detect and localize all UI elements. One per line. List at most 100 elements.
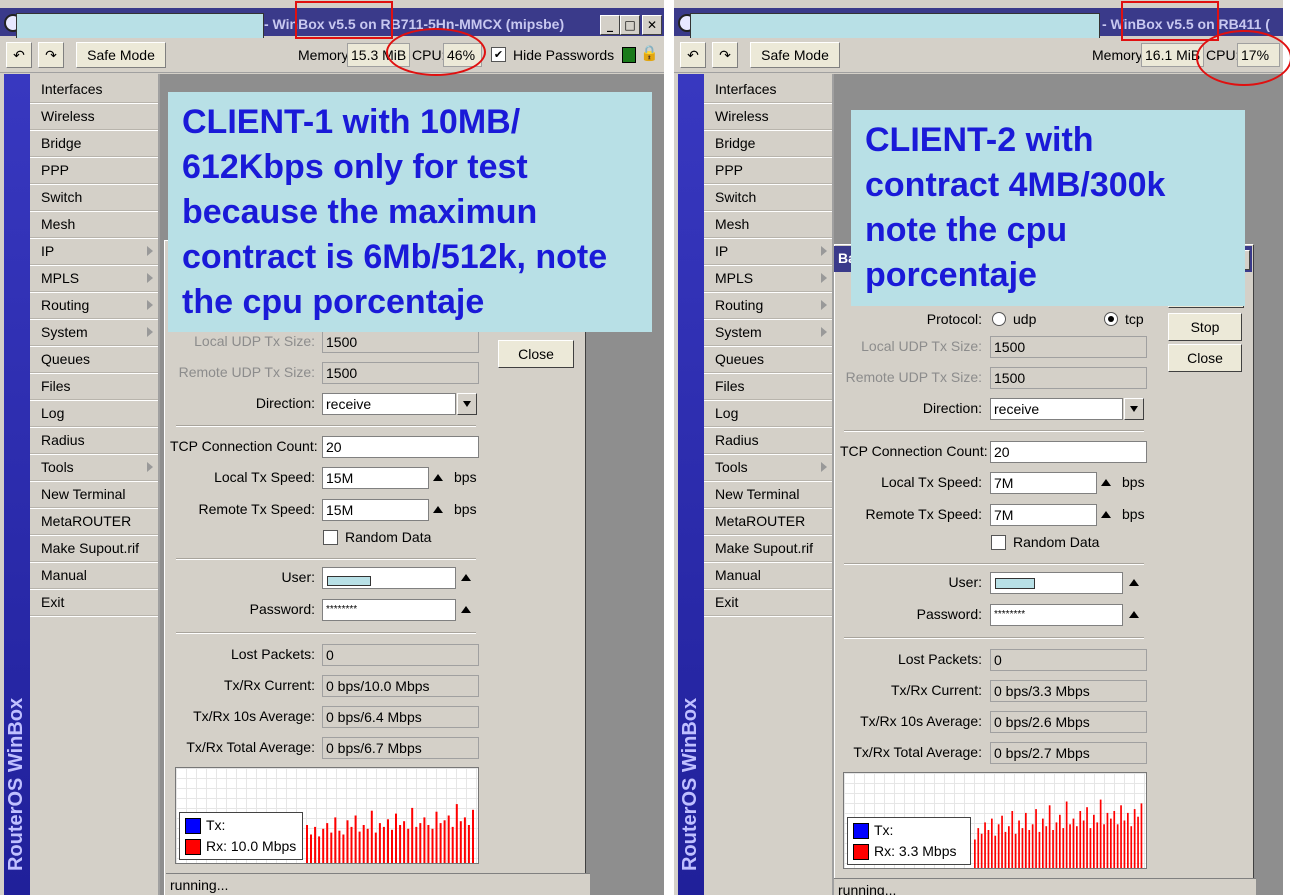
- menu-item-mesh[interactable]: Mesh: [715, 211, 825, 237]
- menu-item-manual[interactable]: Manual: [715, 562, 825, 588]
- collapse-up-icon[interactable]: [433, 506, 443, 513]
- remote-udp-tx-size-label: Remote UDP Tx Size:: [845, 369, 982, 385]
- menu-item-mesh[interactable]: Mesh: [41, 211, 151, 237]
- menu-item-metarouter[interactable]: MetaROUTER: [41, 508, 151, 534]
- close-button[interactable]: Close: [498, 340, 574, 368]
- memory-value: 16.1 MiB: [1141, 43, 1204, 67]
- redo-icon[interactable]: ↷: [38, 42, 64, 68]
- menu-item-mpls[interactable]: MPLS: [715, 265, 827, 291]
- safe-mode-button[interactable]: Safe Mode: [750, 42, 840, 68]
- menu-item-ppp[interactable]: PPP: [41, 157, 151, 183]
- submenu-arrow-icon: [147, 273, 153, 283]
- redacted-username: [327, 576, 371, 586]
- menu-item-make-supout[interactable]: Make Supout.rif: [41, 535, 151, 561]
- close-window-button[interactable]: ✕: [642, 15, 662, 35]
- rx-bar: [997, 824, 1000, 868]
- collapse-up-icon[interactable]: [1129, 611, 1139, 618]
- tcp-radio[interactable]: [1104, 312, 1118, 326]
- menu-item-wireless[interactable]: Wireless: [715, 103, 825, 129]
- menu-item-new-terminal[interactable]: New Terminal: [715, 481, 825, 507]
- menu-item-interfaces[interactable]: Interfaces: [715, 76, 825, 102]
- menu-item-system[interactable]: System: [41, 319, 153, 345]
- user-field[interactable]: [322, 567, 456, 589]
- menu-item-ip[interactable]: IP: [41, 238, 153, 264]
- menu-item-radius[interactable]: Radius: [715, 427, 825, 453]
- hide-passwords-checkbox[interactable]: ✔: [491, 47, 506, 62]
- udp-radio[interactable]: [992, 312, 1006, 326]
- tx-swatch: [185, 818, 201, 834]
- redacted-address: [16, 13, 264, 39]
- menu-item-wireless[interactable]: Wireless: [41, 103, 151, 129]
- collapse-up-icon[interactable]: [1101, 479, 1111, 486]
- lost-packets-value: 0: [322, 644, 479, 666]
- menu-item-bridge[interactable]: Bridge: [41, 130, 151, 156]
- direction-dropdown-icon[interactable]: [457, 393, 477, 415]
- annotation-callout: CLIENT-2 with contract 4MB/300k note the…: [851, 110, 1245, 306]
- tx-swatch: [853, 823, 869, 839]
- rx-bar: [342, 834, 345, 863]
- user-field[interactable]: [990, 572, 1123, 594]
- graph-legend: Tx: Rx: 10.0 Mbps: [179, 812, 303, 860]
- direction-dropdown-icon[interactable]: [1124, 398, 1144, 420]
- menu-item-system[interactable]: System: [715, 319, 827, 345]
- memory-label: Memory:: [1092, 47, 1147, 63]
- menu-item-exit[interactable]: Exit: [41, 589, 151, 615]
- collapse-up-icon[interactable]: [433, 474, 443, 481]
- tcp-connection-count-field[interactable]: 20: [322, 436, 479, 458]
- undo-icon[interactable]: ↶: [680, 42, 706, 68]
- menu-item-bridge[interactable]: Bridge: [715, 130, 825, 156]
- collapse-up-icon[interactable]: [1101, 511, 1111, 518]
- menu-item-log[interactable]: Log: [715, 400, 825, 426]
- rx-bar: [1103, 824, 1105, 868]
- close-button[interactable]: Close: [1168, 344, 1242, 372]
- collapse-up-icon[interactable]: [1129, 579, 1139, 586]
- menu-item-routing[interactable]: Routing: [41, 292, 153, 318]
- menu-item-metarouter[interactable]: MetaROUTER: [715, 508, 825, 534]
- submenu-arrow-icon: [147, 300, 153, 310]
- tcp-connection-count-field[interactable]: 20: [990, 441, 1147, 463]
- menu-item-new-terminal[interactable]: New Terminal: [41, 481, 151, 507]
- direction-select[interactable]: receive: [322, 393, 456, 415]
- stop-button[interactable]: Stop: [1168, 313, 1242, 341]
- menu-item-manual[interactable]: Manual: [41, 562, 151, 588]
- direction-select[interactable]: receive: [990, 398, 1123, 420]
- maximize-button[interactable]: □: [620, 15, 640, 35]
- undo-icon[interactable]: ↶: [6, 42, 32, 68]
- menu-item-tools[interactable]: Tools: [41, 454, 153, 480]
- menu-item-queues[interactable]: Queues: [715, 346, 825, 372]
- password-field[interactable]: ********: [990, 604, 1123, 626]
- menu-item-tools[interactable]: Tools: [715, 454, 827, 480]
- menu-item-log[interactable]: Log: [41, 400, 151, 426]
- rx-bar: [1137, 816, 1139, 868]
- menu-item-switch[interactable]: Switch: [41, 184, 151, 210]
- remote-tx-speed-field[interactable]: 15M: [322, 499, 429, 521]
- menu-item-switch[interactable]: Switch: [715, 184, 825, 210]
- collapse-up-icon[interactable]: [461, 606, 471, 613]
- tx-rx-current-value: 0 bps/10.0 Mbps: [322, 675, 479, 697]
- menu-item-make-supout[interactable]: Make Supout.rif: [715, 535, 825, 561]
- local-tx-speed-field[interactable]: 7M: [990, 472, 1097, 494]
- menu-item-mpls[interactable]: MPLS: [41, 265, 153, 291]
- local-tx-speed-field[interactable]: 15M: [322, 467, 429, 489]
- menu-item-interfaces[interactable]: Interfaces: [41, 76, 151, 102]
- tx-rx-10s-average-label: Tx/Rx 10s Average:: [193, 708, 315, 724]
- menu-item-exit[interactable]: Exit: [715, 589, 825, 615]
- random-data-checkbox[interactable]: [323, 530, 338, 545]
- minimize-button[interactable]: _: [600, 15, 620, 35]
- menu-item-radius[interactable]: Radius: [41, 427, 151, 453]
- menu-item-ip[interactable]: IP: [715, 238, 827, 264]
- main-menu: Interfaces Wireless Bridge PPP Switch Me…: [704, 74, 834, 895]
- password-field[interactable]: ********: [322, 599, 456, 621]
- menu-item-files[interactable]: Files: [715, 373, 825, 399]
- rx-bar: [1059, 814, 1061, 868]
- safe-mode-button[interactable]: Safe Mode: [76, 42, 166, 68]
- menu-item-ppp[interactable]: PPP: [715, 157, 825, 183]
- redo-icon[interactable]: ↷: [712, 42, 738, 68]
- rx-bar: [350, 826, 353, 863]
- collapse-up-icon[interactable]: [461, 574, 471, 581]
- menu-item-files[interactable]: Files: [41, 373, 151, 399]
- remote-tx-speed-field[interactable]: 7M: [990, 504, 1097, 526]
- menu-item-queues[interactable]: Queues: [41, 346, 151, 372]
- random-data-checkbox[interactable]: [991, 535, 1006, 550]
- menu-item-routing[interactable]: Routing: [715, 292, 827, 318]
